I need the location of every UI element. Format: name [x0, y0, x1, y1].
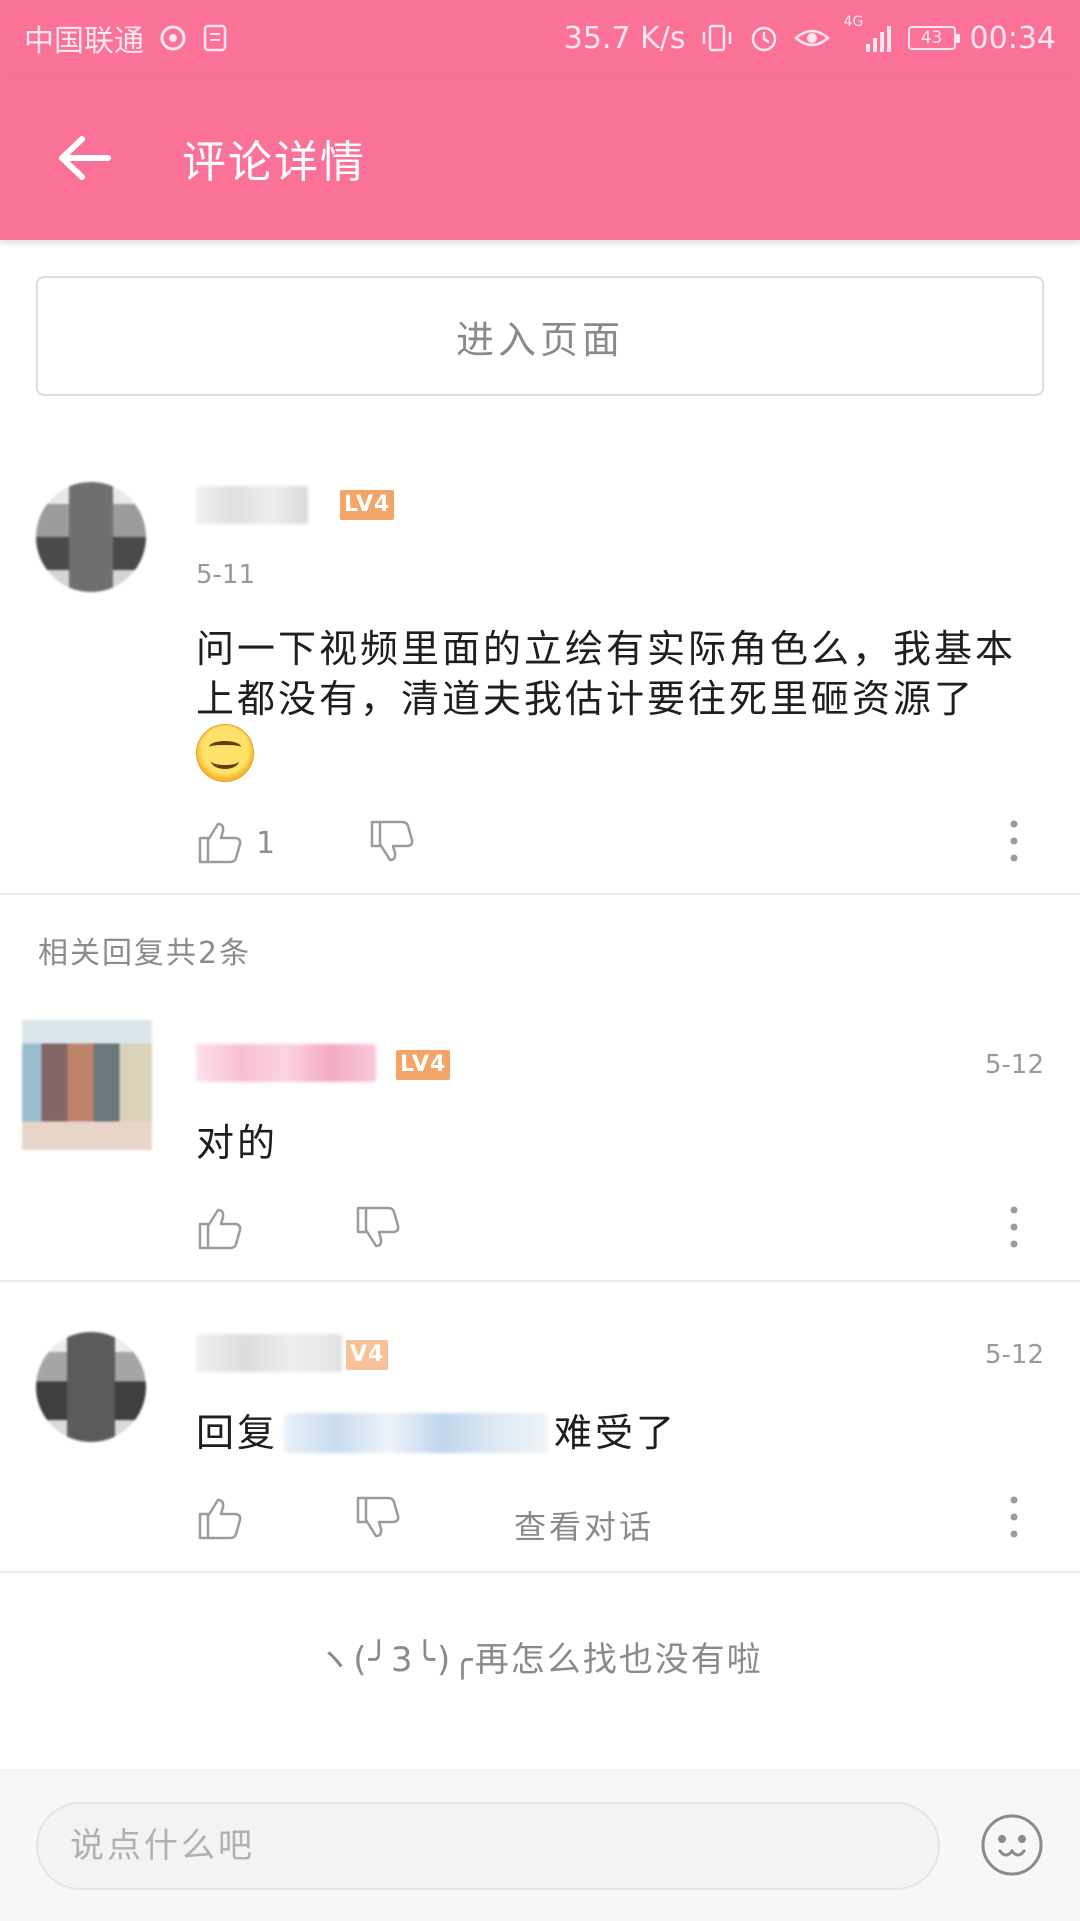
- document-icon: [202, 23, 228, 53]
- smile-emoji-icon: [196, 724, 254, 782]
- level-badge: LV4: [396, 1050, 451, 1080]
- vibrate-icon: [700, 22, 734, 54]
- more-vertical-icon[interactable]: [1004, 818, 1024, 864]
- reply-date: 5-12: [984, 1340, 1044, 1370]
- username-blurred[interactable]: [196, 1044, 376, 1082]
- carrier-name: 中国联通: [24, 24, 144, 59]
- comment-date: 5-11: [196, 560, 256, 590]
- comment-bar: [0, 1770, 1080, 1921]
- reply-date: 5-12: [984, 1050, 1044, 1080]
- like-count: 1: [256, 826, 276, 861]
- weibo-icon: [158, 23, 188, 53]
- arrow-left-icon: [59, 136, 111, 180]
- clock: 00:34: [969, 20, 1056, 56]
- thumb-down-icon[interactable]: [368, 818, 416, 866]
- more-vertical-icon[interactable]: [1004, 1204, 1024, 1250]
- thumb-up-icon[interactable]: [196, 1204, 244, 1252]
- thumb-down-icon[interactable]: [354, 1204, 402, 1252]
- reply-text: 对的: [196, 1121, 279, 1165]
- enter-page-button[interactable]: 进入页面: [36, 276, 1044, 396]
- view-conversation-link[interactable]: 查看对话: [514, 1502, 654, 1548]
- avatar[interactable]: [22, 1020, 152, 1150]
- comment-text: 问一下视频里面的立绘有实际角色么，我基本上都没有，清道夫我估计要往死里砸资源了: [196, 624, 1044, 782]
- more-vertical-icon[interactable]: [1004, 1494, 1024, 1540]
- battery-indicator: 43: [907, 26, 960, 50]
- status-bar: 中国联通 35.7 K/s 4G 43 00:34: [0, 0, 1080, 76]
- comment-input[interactable]: [36, 1802, 940, 1890]
- reply-suffix: 难受了: [554, 1411, 678, 1455]
- signal-icon: 4G: [844, 14, 894, 54]
- app-bar: 评论详情: [0, 76, 1080, 240]
- smiley-face-icon[interactable]: [980, 1813, 1044, 1877]
- network-speed: 35.7 K/s: [563, 20, 686, 56]
- reply-text: 回复 难受了: [196, 1408, 677, 1458]
- level-badge: LV4: [340, 490, 395, 520]
- thumb-down-icon[interactable]: [354, 1494, 402, 1542]
- thumb-up-icon[interactable]: [196, 818, 244, 866]
- avatar[interactable]: [36, 1332, 146, 1442]
- divider: [0, 1571, 1080, 1573]
- level-badge: V4: [346, 1340, 389, 1370]
- replies-header: 相关回复共2条: [38, 936, 252, 971]
- avatar[interactable]: [36, 482, 146, 592]
- username-blurred[interactable]: [196, 486, 308, 524]
- thumb-up-icon[interactable]: [196, 1494, 244, 1542]
- eye-icon: [793, 24, 830, 52]
- divider: [0, 893, 1080, 895]
- page-title: 评论详情: [182, 137, 366, 188]
- alarm-icon: [748, 22, 780, 54]
- mentioned-user-blurred[interactable]: [284, 1413, 549, 1453]
- end-of-list-message: ヽ(╯3╰)╭再怎么找也没有啦: [317, 1640, 763, 1680]
- username-blurred[interactable]: [196, 1334, 342, 1372]
- reply-prefix: 回复: [196, 1411, 279, 1455]
- back-button[interactable]: [30, 103, 140, 213]
- divider: [0, 1280, 1080, 1282]
